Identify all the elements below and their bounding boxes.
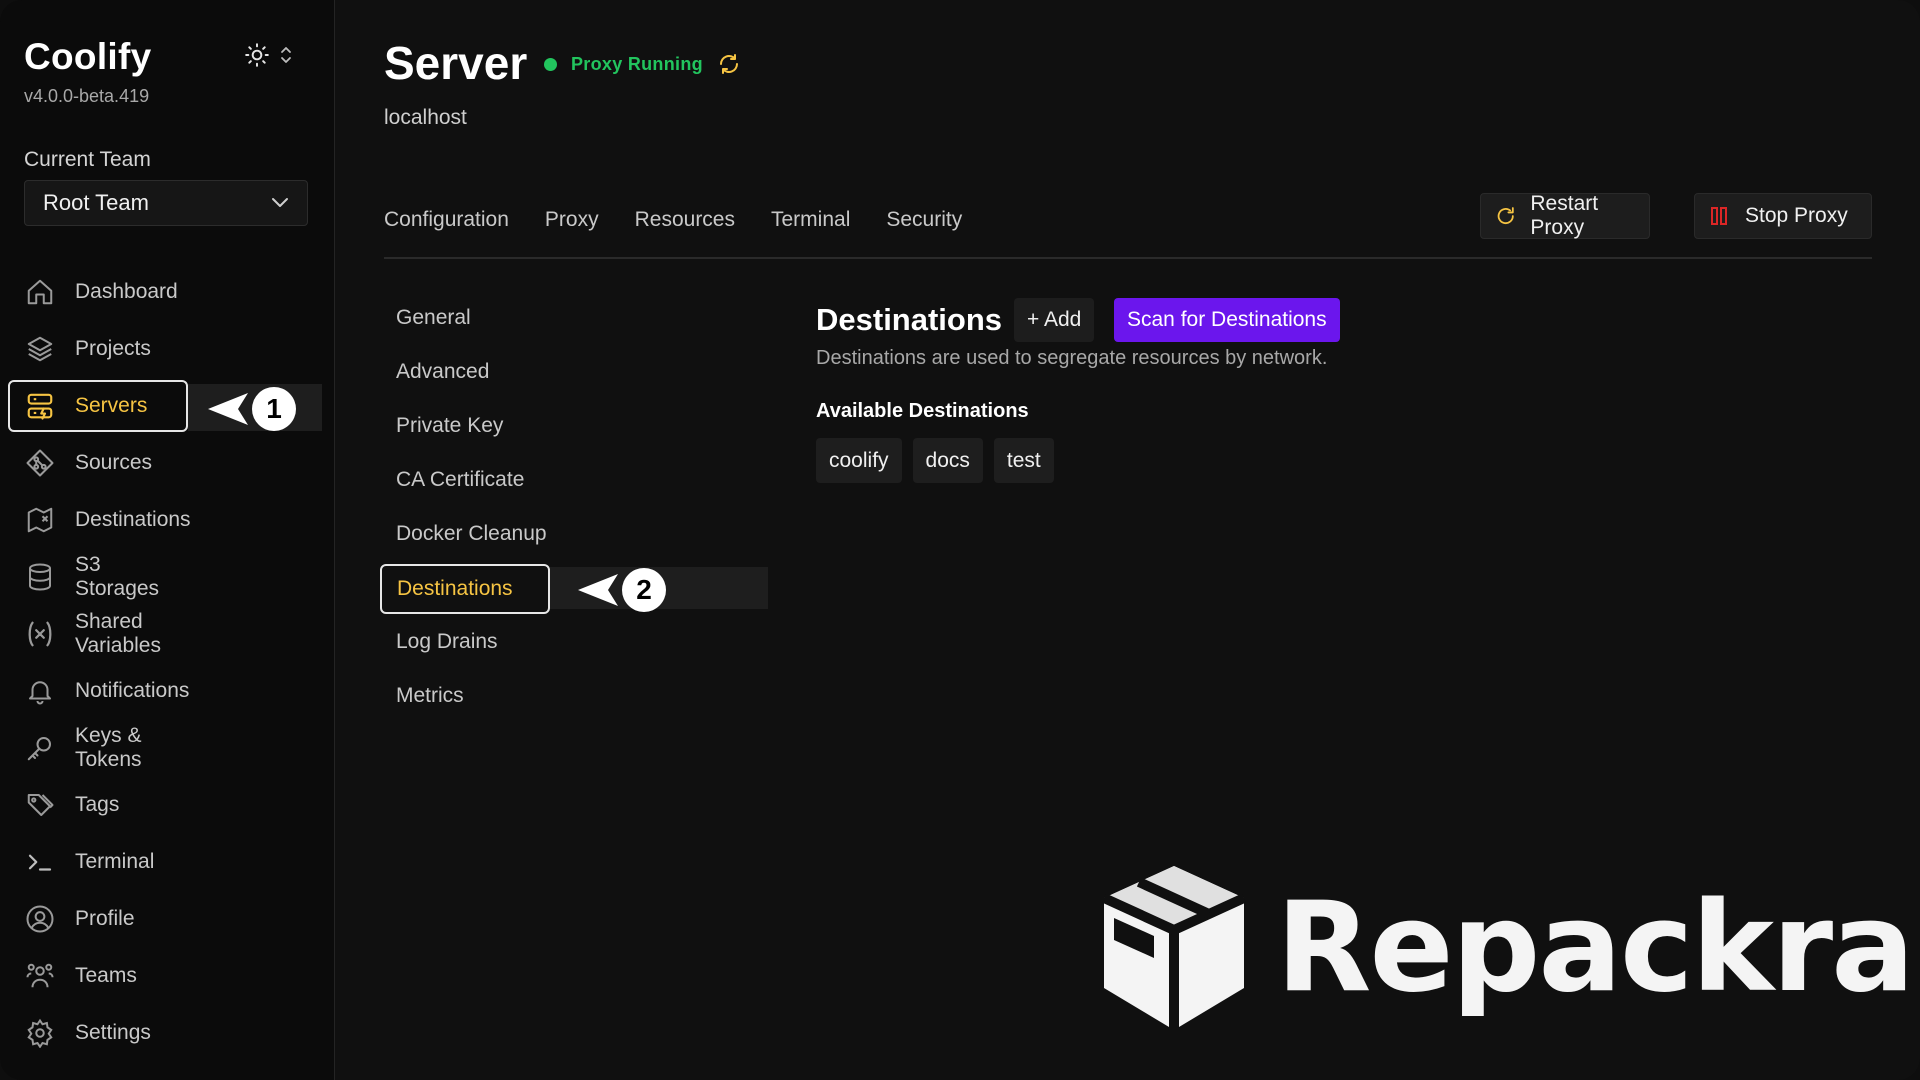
tab-security[interactable]: Security bbox=[886, 208, 962, 232]
sidebar-item-label: Dashboard bbox=[75, 280, 178, 303]
refresh-icon bbox=[1497, 207, 1514, 225]
sidebar-item-label: Shared Variables bbox=[75, 610, 161, 657]
tabs-divider bbox=[384, 257, 1872, 259]
stop-proxy-button[interactable]: Stop Proxy bbox=[1694, 193, 1872, 239]
sidebar-item-tags[interactable]: Tags bbox=[8, 779, 188, 831]
variable-icon bbox=[28, 621, 52, 647]
subnav-destinations[interactable]: Destinations bbox=[380, 564, 550, 614]
tab-resources[interactable]: Resources bbox=[635, 208, 735, 232]
sidebar-item-label: Destinations bbox=[75, 508, 191, 531]
sidebar-item-label: Terminal bbox=[75, 850, 155, 873]
team-select-value: Root Team bbox=[43, 190, 149, 215]
theme-toggle[interactable] bbox=[244, 42, 294, 68]
destination-chip-docs[interactable]: docs bbox=[912, 438, 983, 483]
sidebar-item-notifications[interactable]: Notifications bbox=[8, 665, 190, 717]
terminal-icon bbox=[28, 854, 52, 871]
server-icon bbox=[27, 393, 53, 420]
app-logo-text: Coolify bbox=[24, 36, 152, 77]
restart-proxy-button[interactable]: Restart Proxy bbox=[1480, 192, 1650, 239]
layers-icon bbox=[27, 336, 53, 362]
current-team-label: Current Team bbox=[24, 148, 151, 171]
scan-destinations-button[interactable]: Scan for Destinations bbox=[1114, 298, 1340, 342]
sidebar-item-s3-storages[interactable]: S3 Storages bbox=[8, 551, 188, 603]
sidebar-item-settings[interactable]: Settings bbox=[8, 1007, 188, 1059]
sidebar-item-label: Settings bbox=[75, 1021, 151, 1044]
sidebar-item-label: Teams bbox=[75, 964, 137, 987]
subnav-general[interactable]: General bbox=[396, 306, 471, 330]
database-icon bbox=[29, 563, 51, 591]
sidebar-item-label: Notifications bbox=[75, 679, 190, 702]
sidebar-item-label: Tags bbox=[75, 793, 120, 816]
tags-icon bbox=[27, 794, 54, 816]
destination-chip-test[interactable]: test bbox=[993, 438, 1054, 483]
annotation-pointer-2: 2 bbox=[576, 568, 666, 612]
server-host: localhost bbox=[384, 106, 467, 129]
available-destinations-title: Available Destinations bbox=[816, 400, 1029, 422]
sidebar-item-servers[interactable]: Servers bbox=[8, 380, 188, 432]
annotation-pointer-1: 1 bbox=[206, 387, 296, 431]
step-badge-1: 1 bbox=[252, 387, 296, 431]
stop-proxy-label: Stop Proxy bbox=[1745, 204, 1848, 227]
sidebar-item-terminal[interactable]: Terminal bbox=[8, 836, 188, 888]
sun-icon bbox=[245, 43, 269, 67]
server-tabs: Configuration Proxy Resources Terminal S… bbox=[384, 208, 998, 232]
sidebar-item-label: Keys & Tokens bbox=[75, 724, 142, 771]
subnav-metrics[interactable]: Metrics bbox=[396, 684, 464, 708]
subnav-advanced[interactable]: Advanced bbox=[396, 360, 489, 384]
watermark-text: Repackra bbox=[1276, 876, 1915, 1020]
watermark: Repackra bbox=[1094, 858, 1915, 1038]
team-select[interactable]: Root Team bbox=[24, 180, 308, 226]
key-icon bbox=[27, 737, 51, 761]
step-badge-2: 2 bbox=[622, 568, 666, 612]
sidebar-item-label: Projects bbox=[75, 337, 151, 360]
sidebar-item-label: Profile bbox=[75, 907, 135, 930]
users-icon bbox=[26, 963, 54, 988]
sidebar-item-projects[interactable]: Projects bbox=[8, 323, 188, 375]
restart-proxy-label: Restart Proxy bbox=[1530, 192, 1599, 239]
subnav-log-drains[interactable]: Log Drains bbox=[396, 630, 498, 654]
sidebar-item-teams[interactable]: Teams bbox=[8, 950, 188, 1002]
destination-chip-coolify[interactable]: coolify bbox=[816, 438, 902, 483]
tab-terminal[interactable]: Terminal bbox=[771, 208, 850, 232]
subnav-ca-certificate[interactable]: CA Certificate bbox=[396, 468, 524, 492]
sidebar-item-keys-tokens[interactable]: Keys & Tokens bbox=[8, 722, 188, 774]
proxy-status-text: Proxy Running bbox=[571, 53, 703, 74]
arrow-left-icon bbox=[578, 574, 618, 606]
sidebar-item-label: Servers bbox=[75, 394, 148, 417]
box-logo-icon bbox=[1101, 866, 1247, 1030]
user-circle-icon bbox=[26, 905, 54, 933]
app-window: Coolify v4.0.0-beta.419 Current Team Roo… bbox=[0, 0, 1920, 1080]
sidebar: Coolify v4.0.0-beta.419 Current Team Roo… bbox=[0, 0, 335, 1080]
subnav-private-key[interactable]: Private Key bbox=[396, 414, 503, 438]
sidebar-item-sources[interactable]: Sources bbox=[8, 437, 188, 489]
refresh-icon[interactable] bbox=[717, 52, 741, 76]
bell-icon bbox=[29, 681, 51, 705]
sidebar-item-shared-variables[interactable]: Shared Variables bbox=[8, 608, 188, 660]
tab-configuration[interactable]: Configuration bbox=[384, 208, 509, 232]
sidebar-item-label: S3 Storages bbox=[75, 553, 160, 600]
proxy-status: Proxy Running bbox=[544, 52, 741, 76]
arrow-left-icon bbox=[208, 393, 248, 425]
status-dot-icon bbox=[544, 57, 557, 71]
gear-icon bbox=[27, 1018, 53, 1048]
destinations-list: coolify docs test bbox=[816, 438, 1054, 483]
destinations-description: Destinations are used to segregate resou… bbox=[816, 347, 1328, 369]
subnav-docker-cleanup[interactable]: Docker Cleanup bbox=[396, 522, 547, 546]
destinations-title: Destinations bbox=[816, 302, 1003, 337]
map-icon bbox=[27, 507, 53, 533]
home-icon bbox=[27, 279, 53, 305]
sidebar-item-destinations[interactable]: Destinations bbox=[8, 494, 191, 546]
page-title: Server bbox=[384, 37, 528, 89]
tab-proxy[interactable]: Proxy bbox=[545, 208, 599, 232]
sidebar-item-profile[interactable]: Profile bbox=[8, 893, 188, 945]
chevron-down-icon bbox=[272, 198, 288, 207]
sidebar-item-label: Sources bbox=[75, 451, 153, 474]
app-version: v4.0.0-beta.419 bbox=[24, 86, 150, 106]
git-icon bbox=[26, 449, 54, 477]
sidebar-item-dashboard[interactable]: Dashboard bbox=[8, 266, 188, 318]
add-destination-button[interactable]: + Add bbox=[1014, 298, 1095, 342]
chevron-up-down-icon bbox=[281, 47, 291, 63]
stop-icon bbox=[1711, 207, 1727, 225]
